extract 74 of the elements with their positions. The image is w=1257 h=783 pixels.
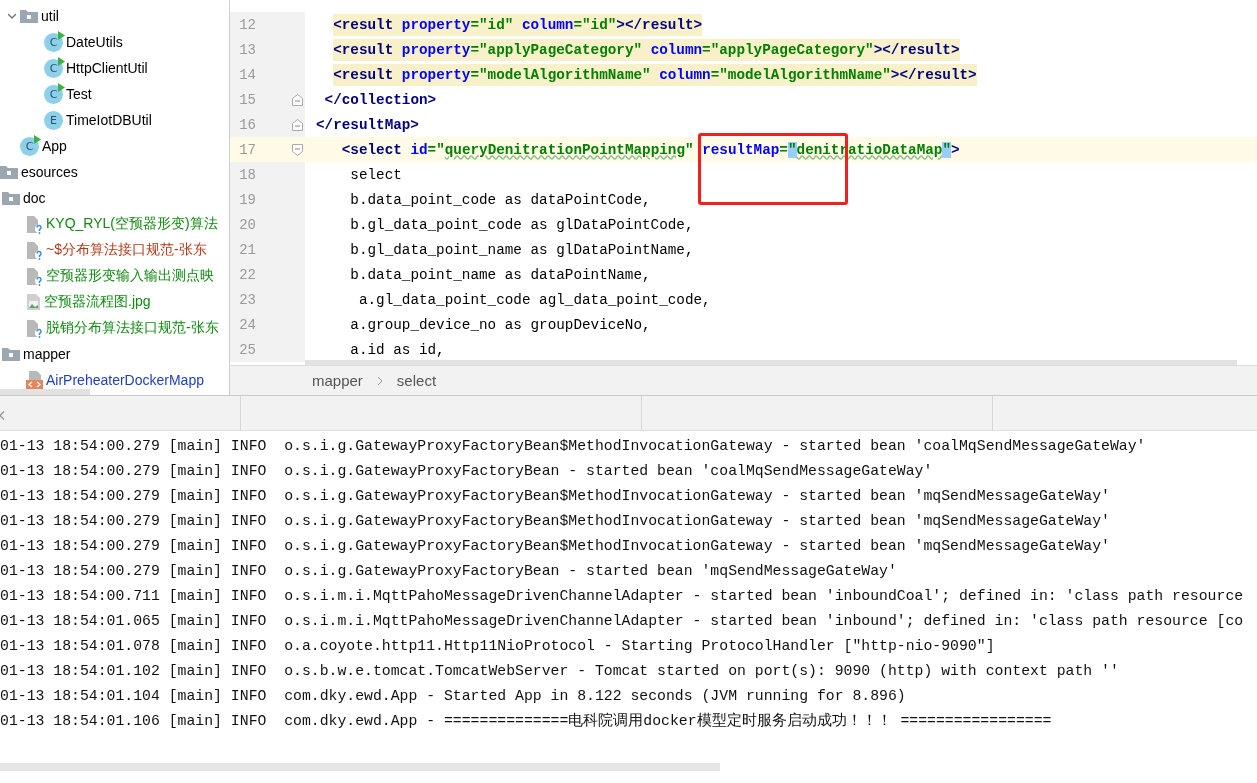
line-number: 13 <box>238 41 256 58</box>
tree-item[interactable]: AirPreheaterDockerMapp <box>46 372 204 388</box>
line-number: 17 <box>238 141 256 158</box>
console-line: 01-13 18:54:00.279 [main] INFO o.s.i.g.GatewayProxyFactoryBean - started bean 'mqSendMessageGateWay' <box>0 561 898 581</box>
tree-item[interactable]: App <box>42 138 67 154</box>
enum-icon: E <box>44 110 63 130</box>
console-line: 01-13 18:54:01.104 [main] INFO com.dky.ewd.App - Started App in 8.122 seconds (JVM running for 8.896) <box>0 686 907 706</box>
class-icon: C <box>44 84 63 104</box>
breadcrumb-item[interactable]: mapper <box>312 372 363 389</box>
xml-file-icon <box>26 371 43 389</box>
scrollbar[interactable] <box>0 389 90 395</box>
console-line: 01-13 18:54:00.279 [main] INFO o.s.i.g.GatewayProxyFactoryBean$MethodInvocationGateway - started bean 'mqSendMessageGateWay' <box>0 511 1111 531</box>
tree-item[interactable]: Test <box>66 86 92 102</box>
line-number: 21 <box>238 241 256 258</box>
tree-item[interactable]: KYQ_RYL(空预器形变)算法 <box>46 215 218 233</box>
code-line: a.gl_data_point_code agl_data_point_code, <box>357 291 711 308</box>
close-icon[interactable] <box>0 410 5 420</box>
tree-item[interactable]: 脱销分布算法接口规范-张东 <box>46 319 219 337</box>
console-line: 01-13 18:54:01.065 [main] INFO o.s.i.m.i.MqttPahoMessageDrivenChannelAdapter - started bean 'inbound'; defined in: 'class path resource [co <box>0 611 1245 631</box>
console-line: 01-13 18:54:00.279 [main] INFO o.s.i.g.GatewayProxyFactoryBean$MethodInvocationGateway - started bean 'mqSendMessageGateWay' <box>0 536 1111 556</box>
line-number: 15 <box>238 91 256 108</box>
code-line: a.id as id, <box>349 341 445 358</box>
chevron-icon[interactable] <box>8 12 16 20</box>
chevron-icon <box>376 375 383 386</box>
code-line: </resultMap> <box>316 116 419 133</box>
scrollbar[interactable] <box>0 763 720 771</box>
breadcrumb-item[interactable]: select <box>396 372 437 389</box>
class-icon: C <box>44 32 63 52</box>
line-number: 20 <box>238 216 256 233</box>
unknown-file-icon <box>26 318 43 338</box>
line-number: 12 <box>238 16 256 33</box>
code-line: b.data_point_code as dataPointCode, <box>349 191 651 208</box>
code-line: select <box>349 166 402 183</box>
image-file-icon <box>26 293 41 311</box>
code-line: b.gl_data_point_name as glDataPointName, <box>349 241 694 258</box>
fold-marker-icon[interactable] <box>292 143 303 156</box>
tree-item[interactable]: 空预器流程图.jpg <box>44 293 151 311</box>
line-number: 16 <box>238 116 256 133</box>
console-line: 01-13 18:54:00.279 [main] INFO o.s.i.g.GatewayProxyFactoryBean$MethodInvocationGateway - started bean 'mqSendMessageGateWay' <box>0 486 1111 506</box>
line-number: 19 <box>238 191 256 208</box>
tree-item[interactable]: util <box>41 8 59 24</box>
class-icon: C <box>44 58 63 78</box>
tree-item[interactable]: DateUtils <box>66 34 123 50</box>
unknown-file-icon <box>26 214 43 234</box>
tree-item[interactable]: doc <box>23 190 46 206</box>
console-line: 01-13 18:54:00.711 [main] INFO o.s.i.m.i.MqttPahoMessageDrivenChannelAdapter - started bean 'inboundCoal'; defined in: 'class path resource <box>0 586 1245 606</box>
tree-item[interactable]: 空预器形变输入输出测点映 <box>46 267 214 285</box>
tree-item[interactable]: esources <box>21 164 78 180</box>
fold-marker-icon[interactable] <box>292 118 303 131</box>
line-number: 23 <box>238 291 256 308</box>
line-number: 14 <box>238 66 256 83</box>
tree-item[interactable]: ~$分布算法接口规范-张东 <box>46 241 207 259</box>
fold-marker-icon[interactable] <box>292 93 303 106</box>
unknown-file-icon <box>26 266 43 286</box>
code-line: </collection> <box>323 91 437 108</box>
code-line: a.group_device_no as groupDeviceNo, <box>349 316 651 333</box>
line-number: 18 <box>238 166 256 183</box>
console-line: 01-13 18:54:00.279 [main] INFO o.s.i.g.GatewayProxyFactoryBean$MethodInvocationGateway - started bean 'coalMqSendMessageGateWay' <box>0 436 1147 456</box>
tree-item[interactable]: mapper <box>23 346 71 362</box>
console-line: 01-13 18:54:01.106 [main] INFO com.dky.ewd.App - ==============电科院调用docker模型定时服务启动成功！！！ ================= <box>0 711 1053 731</box>
folder-icon <box>20 9 38 23</box>
code-line: b.gl_data_point_code as glDataPointCode, <box>349 216 694 233</box>
unknown-file-icon <box>26 240 43 260</box>
class-icon: C <box>20 136 39 156</box>
scrollbar[interactable] <box>305 360 1237 365</box>
tree-item[interactable]: HttpClientUtil <box>66 60 148 76</box>
code-line: b.data_point_name as dataPointName, <box>349 266 651 283</box>
line-number: 24 <box>238 316 256 333</box>
line-number: 22 <box>238 266 256 283</box>
console-line: 01-13 18:54:00.279 [main] INFO o.s.i.g.GatewayProxyFactoryBean - started bean 'coalMqSendMessageGateWay' <box>0 461 934 481</box>
console-line: 01-13 18:54:01.078 [main] INFO o.a.coyote.http11.Http11NioProtocol - Starting ProtocolHandler ["http-nio-9090"] <box>0 636 996 656</box>
console-line: 01-13 18:54:01.102 [main] INFO o.s.b.w.e.tomcat.TomcatWebServer - Tomcat started on port(s): 9090 (http) with context path '' <box>0 661 1120 681</box>
tree-item[interactable]: TimeIotDBUtil <box>66 112 152 128</box>
line-number: 25 <box>238 341 256 358</box>
